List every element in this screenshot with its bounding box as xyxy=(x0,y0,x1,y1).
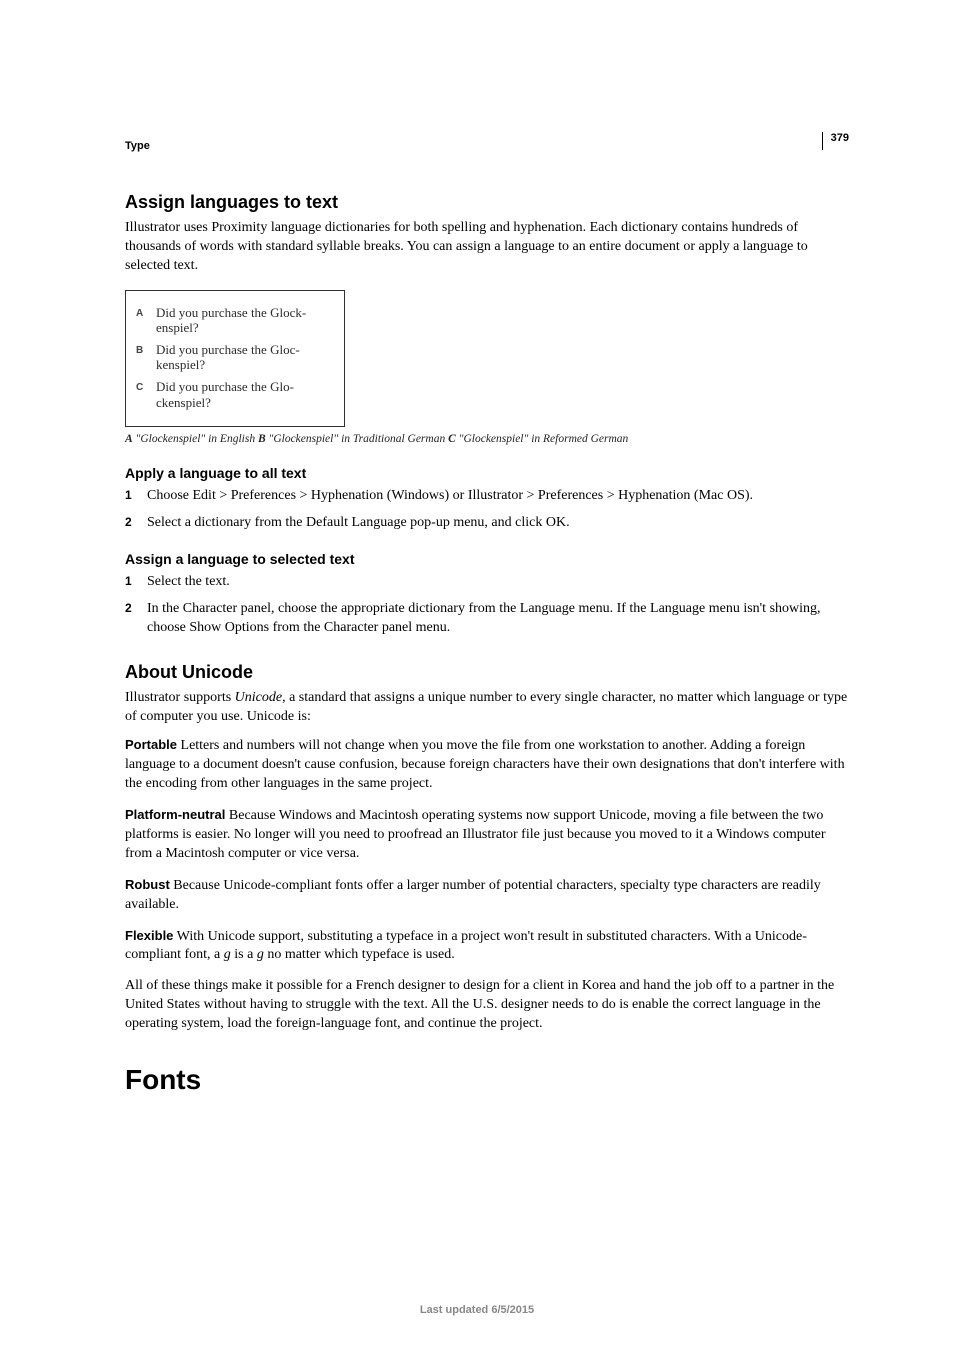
figure-row-text: Did you purchase the Gloc- kenspiel? xyxy=(156,342,300,373)
subsection-apply-all: Apply a language to all text xyxy=(125,465,849,481)
steps-apply-selected: Select the text. In the Character panel,… xyxy=(125,573,849,638)
unicode-intro: Illustrator supports Unicode, a standard… xyxy=(125,689,849,727)
step-item: In the Character panel, choose the appro… xyxy=(125,600,849,638)
header-bar: Type 379 xyxy=(125,140,849,152)
figure-row-text: Did you purchase the Glock- enspiel? xyxy=(156,305,306,336)
step-item: Select a dictionary from the Default Lan… xyxy=(125,514,849,533)
subsection-apply-selected: Assign a language to selected text xyxy=(125,551,849,567)
figure-row: C Did you purchase the Glo- ckenspiel? xyxy=(136,379,334,410)
def-robust: Robust Because Unicode-compliant fonts o… xyxy=(125,876,849,915)
page-number-wrap: 379 xyxy=(822,132,849,150)
figure-row-label: C xyxy=(136,379,146,393)
figure-row-label: A xyxy=(136,305,146,319)
figure-row-text: Did you purchase the Glo- ckenspiel? xyxy=(156,379,294,410)
step-item: Select the text. xyxy=(125,573,849,592)
chapter-label: Type xyxy=(125,140,150,152)
chapter-title-fonts: Fonts xyxy=(125,1064,849,1096)
figure-row: A Did you purchase the Glock- enspiel? xyxy=(136,305,334,336)
def-platform-neutral: Platform-neutral Because Windows and Mac… xyxy=(125,806,849,864)
def-portable: Portable Letters and numbers will not ch… xyxy=(125,736,849,794)
footer-last-updated: Last updated 6/5/2015 xyxy=(0,1304,954,1316)
intro-paragraph: Illustrator uses Proximity language dict… xyxy=(125,219,849,276)
steps-apply-all: Choose Edit > Preferences > Hyphenation … xyxy=(125,487,849,533)
unicode-closing: All of these things make it possible for… xyxy=(125,977,849,1034)
def-flexible: Flexible With Unicode support, substitut… xyxy=(125,927,849,966)
figure-row-label: B xyxy=(136,342,146,356)
step-item: Choose Edit > Preferences > Hyphenation … xyxy=(125,487,849,506)
figure-row: B Did you purchase the Gloc- kenspiel? xyxy=(136,342,334,373)
section-title-about-unicode: About Unicode xyxy=(125,662,849,683)
page-number: 379 xyxy=(831,132,849,144)
figure-hyphenation-examples: A Did you purchase the Glock- enspiel? B… xyxy=(125,290,345,428)
section-title-assign-languages: Assign languages to text xyxy=(125,192,849,213)
figure-caption: A "Glockenspiel" in English B "Glockensp… xyxy=(125,433,849,445)
